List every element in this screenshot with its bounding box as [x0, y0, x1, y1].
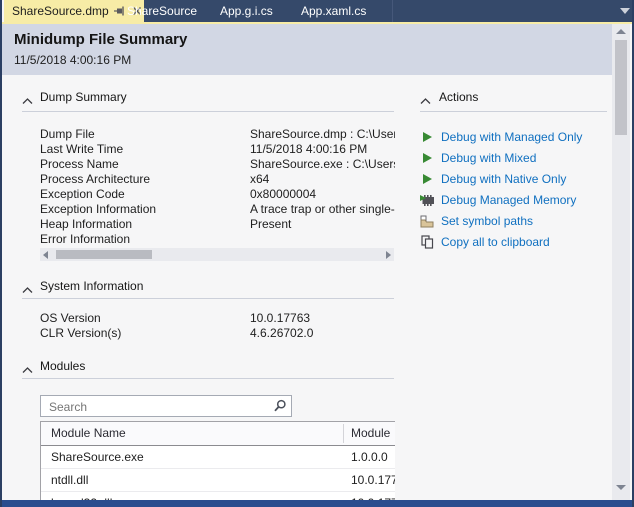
dump-summary-table: Dump FileShareSource.dmp : C:\Users Last… [40, 127, 395, 247]
pin-icon[interactable] [112, 3, 127, 19]
kv-value: ShareSource.exe : C:\Users\ [250, 157, 395, 172]
tab-app-xaml-cs[interactable]: App.xaml.cs [301, 0, 366, 22]
kv-value: 4.6.26702.0 [250, 326, 313, 341]
kv-label: Dump File [40, 127, 250, 142]
minidump-summary-window: ShareSource.dmp ShareSource App.g.i.cs A… [0, 0, 634, 507]
kv-row: Error Information [40, 232, 395, 247]
debug-native-only-link[interactable]: Debug with Native Only [419, 169, 566, 189]
section-divider [22, 111, 394, 112]
table-row[interactable]: ShareSource.exe 1.0.0.0 [41, 446, 395, 469]
scroll-right-icon[interactable] [386, 251, 391, 259]
search-input[interactable] [47, 397, 269, 417]
action-label: Copy all to clipboard [441, 235, 550, 249]
summary-header: Minidump File Summary 11/5/2018 4:00:16 … [2, 24, 612, 75]
modules-search-box [40, 395, 292, 417]
kv-row: Process NameShareSource.exe : C:\Users\ [40, 157, 395, 172]
kv-label: Exception Information [40, 202, 250, 217]
folder-icon [419, 214, 435, 228]
kv-label: Process Architecture [40, 172, 250, 187]
section-divider [22, 298, 394, 299]
collapse-chevron-icon[interactable] [22, 361, 36, 373]
table-row[interactable]: ntdll.dll 10.0.177 [41, 469, 395, 492]
module-name-cell: ntdll.dll [51, 473, 88, 487]
play-icon [419, 151, 435, 165]
play-icon [419, 172, 435, 186]
kv-value: Present [250, 217, 291, 232]
dump-timestamp: 11/5/2018 4:00:16 PM [14, 53, 131, 67]
system-information-heading: System Information [40, 279, 143, 293]
window-bottom-border [0, 500, 634, 507]
kv-value: A trace trap or other single- [250, 202, 395, 217]
column-module-name[interactable]: Module Name [51, 426, 126, 440]
column-divider[interactable] [343, 424, 344, 443]
document-tab-bar: ShareSource.dmp ShareSource App.g.i.cs A… [4, 0, 634, 22]
search-icon[interactable] [273, 399, 287, 418]
tab-app-g-i-cs[interactable]: App.g.i.cs [220, 0, 273, 22]
play-icon [419, 130, 435, 144]
copy-all-to-clipboard-link[interactable]: Copy all to clipboard [419, 232, 550, 252]
section-divider [22, 378, 394, 379]
memory-debug-icon [419, 193, 435, 207]
action-label: Debug with Native Only [441, 172, 566, 186]
actions-heading: Actions [439, 90, 478, 104]
kv-value: 10.0.17763 [250, 311, 310, 326]
kv-label: Last Write Time [40, 142, 250, 157]
modules-table-header[interactable]: Module Name Module [41, 422, 395, 446]
module-version-cell: 1.0.0.0 [351, 450, 388, 464]
module-name-cell: ShareSource.exe [51, 450, 144, 464]
dump-summary-heading: Dump Summary [40, 90, 127, 104]
scroll-up-icon[interactable] [616, 29, 626, 34]
kv-label: Exception Code [40, 187, 250, 202]
hscrollbar-thumb[interactable] [56, 250, 152, 259]
kv-row: Exception InformationA trace trap or oth… [40, 202, 395, 217]
action-label: Set symbol paths [441, 214, 533, 228]
section-divider [420, 111, 607, 112]
dump-summary-hscrollbar[interactable] [40, 248, 394, 261]
collapse-chevron-icon[interactable] [420, 92, 434, 104]
collapse-chevron-icon[interactable] [22, 92, 36, 104]
module-version-cell: 10.0.177 [351, 473, 395, 487]
action-label: Debug Managed Memory [441, 193, 576, 207]
tab-separator [392, 0, 393, 22]
kv-label: Heap Information [40, 217, 250, 232]
tab-label: ShareSource.dmp [12, 4, 109, 18]
kv-label: Process Name [40, 157, 250, 172]
kv-row: OS Version10.0.17763 [40, 311, 395, 326]
kv-row: Last Write Time11/5/2018 4:00:16 PM [40, 142, 395, 157]
kv-label: OS Version [40, 311, 250, 326]
kv-value: 0x80000004 [250, 187, 316, 202]
kv-row: Exception Code0x80000004 [40, 187, 395, 202]
debug-mixed-link[interactable]: Debug with Mixed [419, 148, 536, 168]
kv-value: x64 [250, 172, 269, 187]
kv-row: CLR Version(s)4.6.26702.0 [40, 326, 395, 341]
table-row[interactable]: kernel32.dll 10.0.177 [41, 492, 395, 500]
debug-managed-memory-link[interactable]: Debug Managed Memory [419, 190, 576, 210]
kv-row: Process Architecturex64 [40, 172, 395, 187]
kv-row: Heap InformationPresent [40, 217, 395, 232]
kv-label: CLR Version(s) [40, 326, 250, 341]
kv-label: Error Information [40, 232, 250, 247]
modules-heading: Modules [40, 359, 85, 373]
modules-table: Module Name Module ShareSource.exe 1.0.0… [40, 421, 395, 500]
action-label: Debug with Managed Only [441, 130, 582, 144]
tab-sharesource[interactable]: ShareSource [127, 0, 197, 22]
collapse-chevron-icon[interactable] [22, 281, 36, 293]
kv-value: 11/5/2018 4:00:16 PM [250, 142, 367, 157]
page-title: Minidump File Summary [14, 31, 187, 48]
vscrollbar-thumb[interactable] [615, 40, 627, 135]
tab-list-dropdown-icon[interactable] [620, 8, 630, 14]
scroll-down-icon[interactable] [616, 485, 626, 490]
tab-sharesource-dmp[interactable]: ShareSource.dmp [4, 0, 144, 22]
kv-row: Dump FileShareSource.dmp : C:\Users [40, 127, 395, 142]
system-information-table: OS Version10.0.17763 CLR Version(s)4.6.2… [40, 311, 395, 341]
scroll-left-icon[interactable] [43, 251, 48, 259]
vertical-scrollbar[interactable] [612, 24, 630, 500]
action-label: Debug with Mixed [441, 151, 536, 165]
copy-icon [419, 235, 435, 249]
column-module-version[interactable]: Module [351, 426, 390, 440]
kv-value: ShareSource.dmp : C:\Users [250, 127, 395, 142]
debug-managed-only-link[interactable]: Debug with Managed Only [419, 127, 582, 147]
set-symbol-paths-link[interactable]: Set symbol paths [419, 211, 533, 231]
